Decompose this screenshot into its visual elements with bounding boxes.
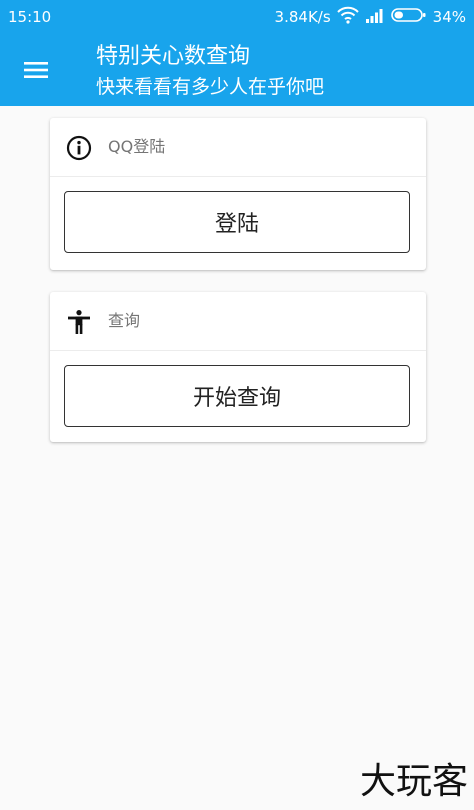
app-toolbar: 特别关心数查询 快来看看有多少人在乎你吧 bbox=[0, 34, 474, 106]
login-button[interactable]: 登陆 bbox=[64, 191, 410, 253]
start-query-button[interactable]: 开始查询 bbox=[64, 365, 410, 427]
status-time: 15:10 bbox=[8, 8, 52, 26]
battery-icon bbox=[390, 7, 427, 27]
accessibility-person-icon bbox=[66, 309, 92, 335]
status-bar: 15:10 3.84K/s 34% bbox=[0, 0, 474, 34]
query-card-title: 查询 bbox=[108, 311, 141, 330]
watermark-logo: 大玩客 bbox=[359, 761, 468, 802]
query-card-header: 查询 bbox=[50, 292, 426, 351]
login-card: QQ登陆 登陆 bbox=[50, 118, 426, 270]
toolbar-title: 特别关心数查询 bbox=[96, 44, 251, 69]
battery-percent: 34% bbox=[432, 8, 466, 26]
hamburger-menu-icon bbox=[24, 62, 48, 78]
status-right-group: 3.84K/s 34% bbox=[274, 6, 466, 28]
signal-icon bbox=[365, 7, 385, 27]
menu-button[interactable] bbox=[14, 50, 58, 90]
toolbar-subtitle: 快来看看有多少人在乎你吧 bbox=[96, 76, 325, 98]
network-speed: 3.84K/s bbox=[274, 8, 331, 26]
login-card-title: QQ登陆 bbox=[108, 137, 166, 156]
login-card-header: QQ登陆 bbox=[50, 118, 426, 177]
wifi-icon bbox=[336, 6, 359, 28]
info-icon bbox=[66, 135, 92, 161]
query-card: 查询 开始查询 bbox=[50, 292, 426, 442]
